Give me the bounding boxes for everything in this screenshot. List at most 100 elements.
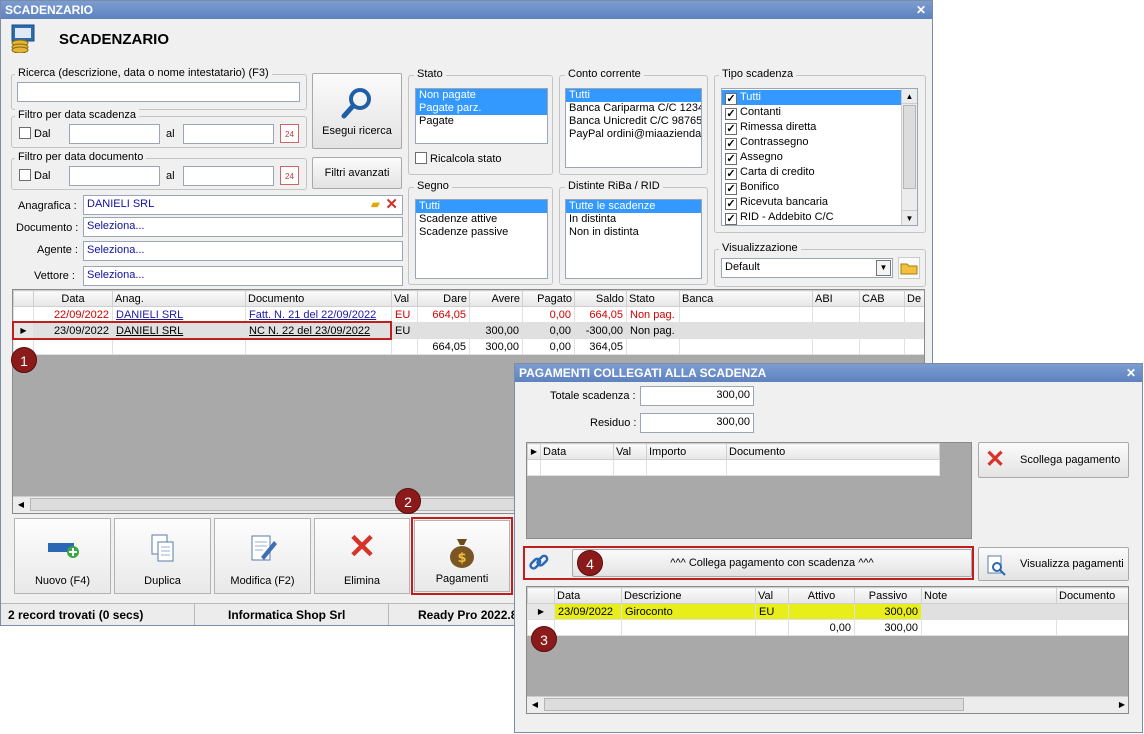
filter-doc-to-input[interactable] [183, 166, 274, 186]
agente-label: Agente : [37, 244, 78, 256]
stato-item[interactable]: Pagate [416, 115, 547, 128]
col-header[interactable]: Dare [417, 290, 470, 307]
conto-item[interactable]: PayPal ordini@miaazienda.com [566, 128, 701, 141]
calendar-icon[interactable]: 24 [280, 124, 299, 143]
scroll-thumb[interactable] [544, 698, 964, 711]
scroll-left-icon[interactable]: ◀ [527, 697, 543, 713]
segno-item[interactable]: Scadenze passive [416, 226, 547, 239]
stato-item[interactable]: Pagate parz. [416, 102, 547, 115]
col-header[interactable]: Pagato [522, 290, 575, 307]
distinte-item[interactable]: Tutte le scadenze [566, 200, 701, 213]
col-header[interactable]: Descrizione [621, 587, 756, 604]
tipo-item[interactable]: Rimessa diretta [722, 120, 917, 135]
col-header[interactable]: Note [921, 587, 1057, 604]
conto-item[interactable]: Banca Unicredit C/C 98765 [566, 115, 701, 128]
tipo-item[interactable]: Tutti [722, 90, 902, 105]
tipo-item[interactable]: RID - Addebito C/C [722, 210, 917, 225]
tipo-listbox[interactable]: Tutti Contanti Rimessa diretta Contrasse… [721, 88, 918, 226]
clear-icon[interactable]: ✕ [385, 196, 398, 213]
conto-listbox[interactable]: Tutti Banca Cariparma C/C 12345 Banca Un… [565, 88, 702, 168]
table-row[interactable] [527, 459, 940, 476]
col-header[interactable]: Val [613, 443, 647, 460]
scollega-button[interactable]: ✕ Scollega pagamento [978, 442, 1129, 478]
segno-item[interactable]: Tutti [416, 200, 547, 213]
col-header[interactable]: Documento [726, 443, 940, 460]
tipo-item[interactable]: Carta di credito [722, 165, 917, 180]
col-header[interactable]: Val [391, 290, 418, 307]
grid-hscrollbar[interactable]: ◀ ▶ [527, 696, 1128, 713]
distinte-item[interactable]: Non in distinta [566, 226, 701, 239]
page-title: SCADENZARIO [59, 31, 170, 48]
chevron-down-icon[interactable]: ▼ [876, 260, 891, 276]
advanced-filters-button[interactable]: Filtri avanzati [312, 157, 402, 189]
col-header[interactable]: Data [540, 443, 614, 460]
search-input[interactable] [17, 82, 300, 102]
stato-listbox[interactable]: Non pagate Pagate parz. Pagate [415, 88, 548, 144]
col-header[interactable]: Documento [1056, 587, 1128, 604]
folder-icon[interactable] [898, 257, 920, 279]
col-header[interactable]: Anag. [112, 290, 246, 307]
filter-due-from-input[interactable] [69, 124, 160, 144]
col-header[interactable]: De [904, 290, 924, 307]
distinte-item[interactable]: In distinta [566, 213, 701, 226]
tipo-item[interactable]: Assegno [722, 150, 917, 165]
search-button[interactable]: Esegui ricerca [312, 73, 402, 149]
filter-due-to-input[interactable] [183, 124, 274, 144]
col-header[interactable]: Passivo [854, 587, 922, 604]
close-icon[interactable]: ✕ [916, 3, 926, 17]
col-header[interactable]: ▶ [527, 443, 541, 460]
visualizza-pagamenti-button[interactable]: Visualizza pagamenti [978, 547, 1129, 581]
col-header[interactable]: Saldo [574, 290, 627, 307]
col-header[interactable]: Val [755, 587, 789, 604]
col-header[interactable]: CAB [859, 290, 905, 307]
conto-item[interactable]: Tutti [566, 89, 701, 102]
scroll-up-icon[interactable]: ▲ [902, 89, 917, 104]
col-header[interactable]: Data [554, 587, 622, 604]
filter-due-checkbox[interactable] [19, 127, 31, 139]
tipo-item[interactable]: Contanti [722, 105, 917, 120]
filter-doc-checkbox[interactable] [19, 169, 31, 181]
col-header[interactable]: Avere [469, 290, 523, 307]
scroll-down-icon[interactable]: ▼ [902, 210, 917, 225]
nuovo-button[interactable]: Nuovo (F4) [14, 518, 111, 594]
scroll-left-icon[interactable]: ◀ [13, 497, 29, 513]
filter-doc-from-input[interactable] [69, 166, 160, 186]
col-header[interactable] [13, 290, 34, 307]
filter-due-label: Filtro per data scadenza [15, 109, 140, 121]
col-header[interactable]: Stato [626, 290, 680, 307]
modifica-button[interactable]: Modifica (F2) [214, 518, 311, 594]
duplica-button[interactable]: Duplica [114, 518, 211, 594]
visual-select[interactable]: Default ▼ [721, 258, 893, 278]
filter-due-dal[interactable]: Dal [19, 127, 51, 140]
distinte-listbox[interactable]: Tutte le scadenze In distinta Non in dis… [565, 199, 702, 279]
col-header[interactable]: Data [33, 290, 113, 307]
col-header[interactable]: Banca [679, 290, 813, 307]
table-row-selected[interactable]: ▶ 23/09/2022 Giroconto EU 300,00 [527, 603, 1128, 620]
documento-input[interactable]: Seleziona... [83, 217, 403, 237]
scroll-right-icon[interactable]: ▶ [1114, 697, 1128, 713]
col-header[interactable]: ABI [812, 290, 860, 307]
close-icon[interactable]: ✕ [1126, 366, 1136, 380]
anagrafica-input[interactable]: DANIELI SRL ▰ ✕ [83, 195, 403, 215]
col-header[interactable]: Importo [646, 443, 727, 460]
segno-item[interactable]: Scadenze attive [416, 213, 547, 226]
stato-item[interactable]: Non pagate [416, 89, 547, 102]
col-header[interactable] [527, 587, 555, 604]
elimina-button[interactable]: ✕ Elimina [314, 518, 410, 594]
agente-input[interactable]: Seleziona... [83, 241, 403, 261]
conto-item[interactable]: Banca Cariparma C/C 12345 [566, 102, 701, 115]
tipo-item[interactable]: Ricevuta bancaria [722, 195, 917, 210]
folder-icon[interactable]: ▰ [371, 197, 380, 211]
tipo-scrollbar[interactable]: ▲ ▼ [901, 89, 917, 225]
tipo-item[interactable]: Contrassegno [722, 135, 917, 150]
vettore-input[interactable]: Seleziona... [83, 266, 403, 286]
ricalcola-checkbox[interactable]: Ricalcola stato [415, 152, 502, 165]
filter-doc-dal[interactable]: Dal [19, 169, 51, 182]
tipo-item[interactable]: Bonifico [722, 180, 917, 195]
col-header[interactable]: Documento [245, 290, 392, 307]
col-header[interactable]: Attivo [788, 587, 855, 604]
scroll-thumb[interactable] [903, 105, 916, 189]
segno-listbox[interactable]: Tutti Scadenze attive Scadenze passive [415, 199, 548, 279]
highlight-selected-row [12, 321, 392, 340]
calendar-icon[interactable]: 24 [280, 166, 299, 185]
